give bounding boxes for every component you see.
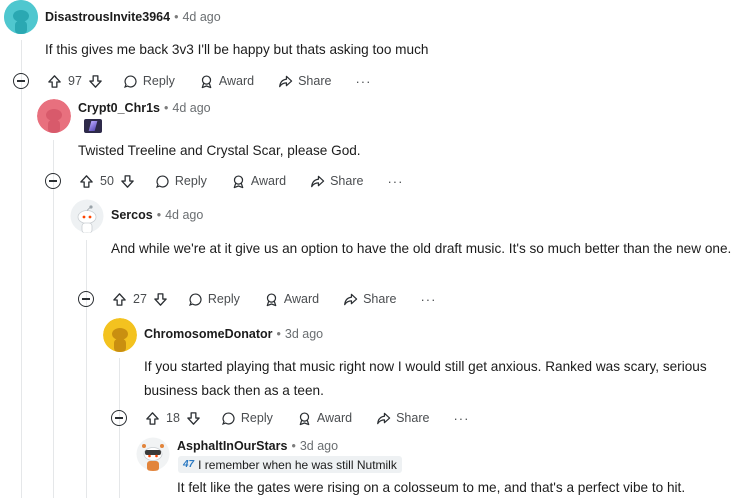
comment-timestamp[interactable]: 3d ago: [285, 327, 323, 341]
comment-bubble-icon: [221, 411, 235, 425]
award-label: Award: [283, 292, 320, 306]
share-button[interactable]: Share: [310, 174, 363, 189]
snoo-avatar-icon: [136, 437, 170, 471]
comment-action-bar: 50 Reply Award Share ···: [45, 170, 403, 192]
collapse-thread-button[interactable]: [111, 410, 127, 426]
user-flair-badge: [84, 119, 102, 133]
award-button[interactable]: Award: [199, 74, 254, 89]
snoo-avatar-icon: [37, 99, 71, 133]
vote-count: 18: [166, 411, 180, 425]
reply-button[interactable]: Reply: [188, 292, 240, 307]
upvote-icon[interactable]: [79, 174, 94, 189]
share-arrow-icon: [279, 75, 293, 87]
avatar[interactable]: [37, 99, 71, 133]
award-icon: [266, 292, 277, 306]
comment-username[interactable]: Crypt0_Chr1s: [78, 101, 160, 115]
comment-bubble-icon: [155, 174, 169, 188]
avatar[interactable]: [136, 437, 170, 471]
more-options-button[interactable]: ···: [453, 411, 469, 426]
comment-bubble-icon: [188, 292, 202, 306]
separator-dot: •: [276, 327, 281, 341]
comment-username[interactable]: AsphaltInOurStars: [177, 439, 287, 453]
user-flair: 47 I remember when he was still Nutmilk: [178, 456, 402, 473]
reply-button[interactable]: Reply: [123, 74, 175, 89]
share-button[interactable]: Share: [376, 411, 429, 426]
separator-dot: •: [291, 439, 296, 453]
share-label: Share: [298, 74, 332, 88]
more-options-button[interactable]: ···: [420, 292, 436, 307]
reply-label: Reply: [174, 174, 207, 188]
share-arrow-icon: [377, 412, 391, 424]
collapse-thread-button[interactable]: [78, 291, 94, 307]
collapse-thread-button[interactable]: [45, 173, 61, 189]
upvote-icon[interactable]: [112, 292, 127, 307]
comment-timestamp[interactable]: 3d ago: [300, 439, 338, 453]
share-label: Share: [330, 174, 364, 188]
comment-action-bar: 97 Reply Award Share ···: [13, 70, 371, 92]
separator-dot: •: [174, 10, 179, 24]
award-icon: [233, 174, 244, 188]
share-button[interactable]: Share: [343, 292, 396, 307]
comment-action-bar: 18 Reply Award Share ···: [111, 407, 469, 429]
downvote-icon[interactable]: [153, 292, 168, 307]
comment-action-bar: 27 Reply Award Share ···: [78, 288, 436, 310]
downvote-icon[interactable]: [186, 411, 201, 426]
snoo-avatar-icon: [103, 318, 137, 352]
vote-count: 27: [133, 292, 147, 306]
award-label: Award: [250, 174, 287, 188]
flair-emblem-icon: 47: [183, 459, 195, 470]
comment-bubble-icon: [123, 74, 137, 88]
comment-body: If this gives me back 3v3 I'll be happy …: [45, 42, 429, 57]
comment-body: Twisted Treeline and Crystal Scar, pleas…: [78, 143, 361, 158]
separator-dot: •: [163, 101, 169, 115]
award-button[interactable]: Award: [297, 411, 352, 426]
thread-line: [21, 40, 22, 498]
collapse-thread-button[interactable]: [13, 73, 29, 89]
vote-count: 50: [100, 174, 114, 188]
reply-label: Reply: [142, 74, 175, 88]
snoo-avatar-icon: [4, 0, 38, 34]
award-icon: [299, 411, 310, 425]
share-label: Share: [363, 292, 397, 306]
award-label: Award: [316, 411, 353, 425]
reply-button[interactable]: Reply: [221, 411, 273, 426]
vote-count: 97: [68, 74, 82, 88]
more-options-button[interactable]: ···: [355, 74, 371, 89]
avatar[interactable]: [103, 318, 137, 352]
avatar[interactable]: [70, 199, 104, 233]
comment-timestamp[interactable]: 4d ago: [165, 208, 203, 222]
upvote-icon[interactable]: [145, 411, 160, 426]
share-button[interactable]: Share: [278, 74, 331, 89]
downvote-icon[interactable]: [88, 74, 103, 89]
downvote-icon[interactable]: [120, 174, 135, 189]
reply-label: Reply: [207, 292, 240, 306]
comment-timestamp[interactable]: 4d ago: [172, 101, 210, 115]
more-options-button[interactable]: ···: [387, 174, 403, 189]
user-flair-text: I remember when he was still Nutmilk: [198, 457, 397, 472]
comment-body: If you started playing that music right …: [144, 359, 707, 398]
upvote-icon[interactable]: [47, 74, 62, 89]
share-arrow-icon: [344, 293, 358, 305]
separator-dot: •: [156, 208, 162, 222]
comment-username[interactable]: DisastrousInvite3964: [45, 10, 170, 24]
comment-body: And while we're at it give us an option …: [111, 241, 732, 256]
comment-timestamp[interactable]: 4d ago: [182, 10, 220, 24]
thread-line: [53, 140, 54, 498]
comment-username[interactable]: ChromosomeDonator: [144, 327, 272, 341]
reply-button[interactable]: Reply: [155, 174, 207, 189]
snoo-avatar-icon: [70, 199, 104, 233]
award-button[interactable]: Award: [231, 174, 286, 189]
reply-label: Reply: [240, 411, 273, 425]
comment-username[interactable]: Sercos: [111, 208, 153, 222]
share-label: Share: [396, 411, 430, 425]
avatar[interactable]: [4, 0, 38, 34]
award-label: Award: [218, 74, 255, 88]
share-arrow-icon: [311, 175, 325, 187]
comment-body: It felt like the gates were rising on a …: [177, 480, 686, 495]
award-icon: [201, 74, 212, 88]
award-button[interactable]: Award: [264, 292, 319, 307]
thread-line: [86, 240, 87, 498]
